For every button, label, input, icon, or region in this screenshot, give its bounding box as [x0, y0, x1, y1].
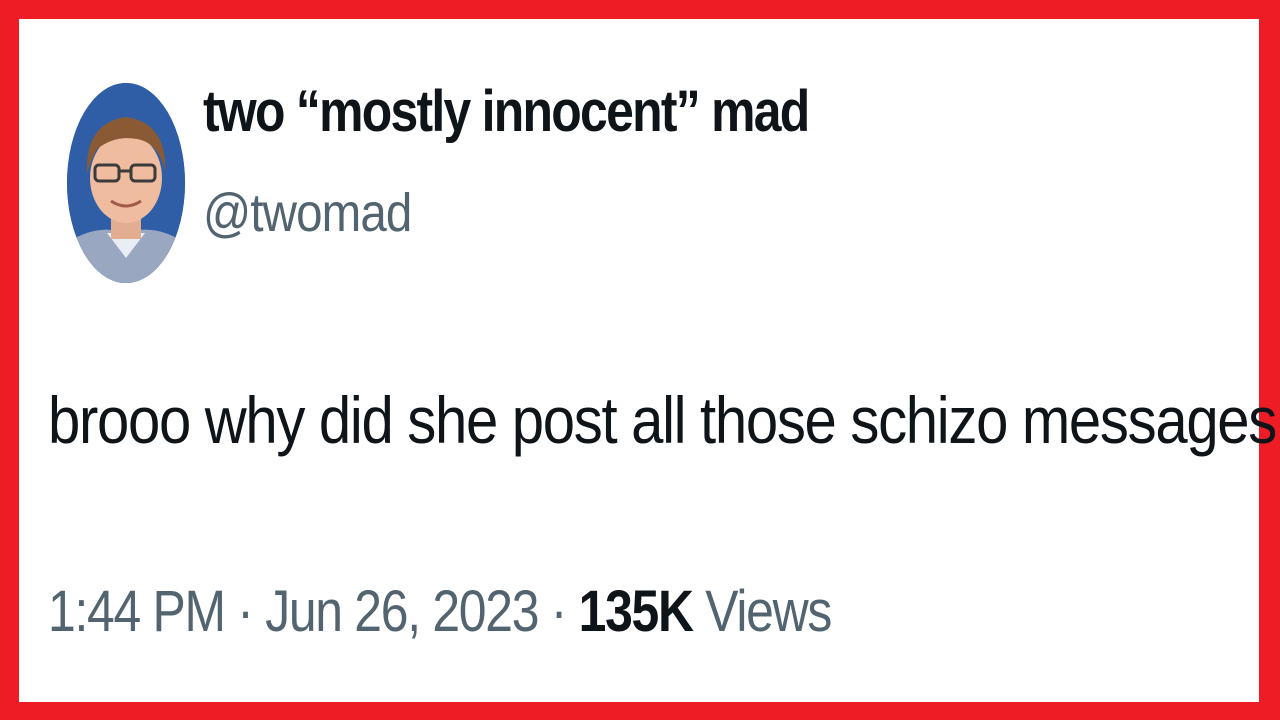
avatar-image [67, 83, 185, 283]
avatar[interactable] [67, 83, 185, 283]
meta-separator: · [224, 579, 266, 644]
tweet-time[interactable]: 1:44 PM [48, 579, 226, 644]
views-count: 135K [578, 579, 694, 644]
views-label: Views [692, 579, 832, 644]
tweet-date[interactable]: Jun 26, 2023 [265, 579, 539, 644]
meta-separator: · [538, 579, 579, 644]
tweet-meta: 1:44 PM · Jun 26, 2023 · 135K Views [48, 578, 832, 645]
user-handle[interactable]: @twomad [203, 182, 412, 244]
tweet-text: brooo why did she post all those schizo … [48, 383, 1277, 457]
display-name[interactable]: two “mostly innocent” mad [203, 78, 810, 145]
